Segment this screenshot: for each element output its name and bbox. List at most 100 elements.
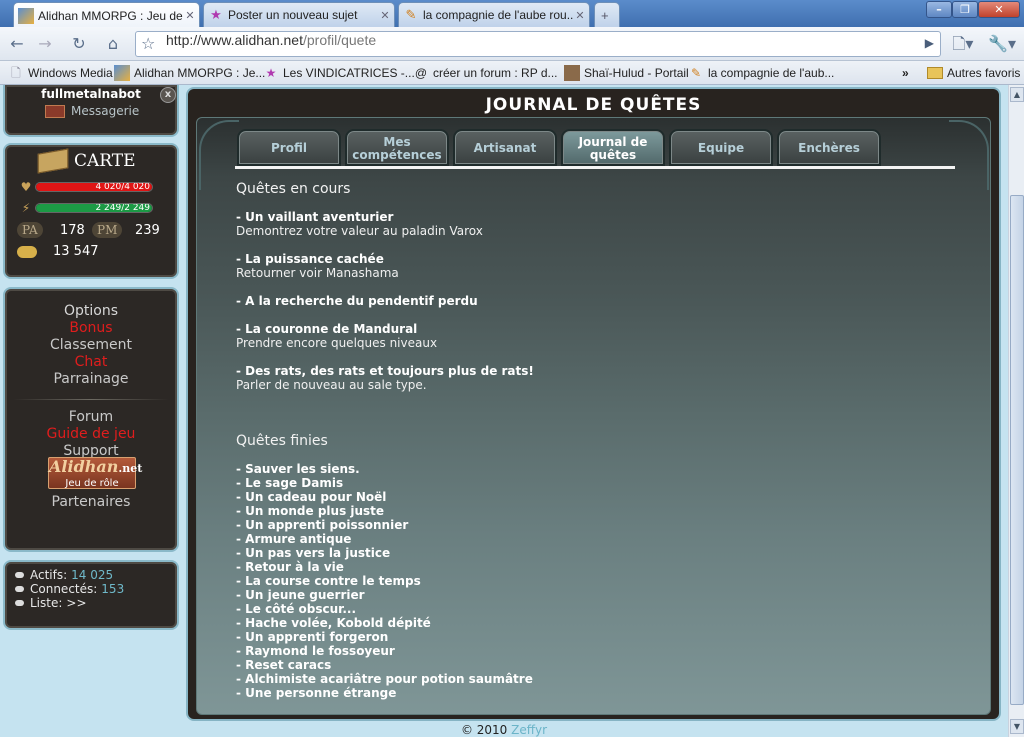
finished-quest: - Le côté obscur... [236, 602, 357, 616]
web-page: fullmetalnabot Messagerie x CARTE ♥ 4 02… [0, 85, 1008, 737]
bookmark-vindicatrices[interactable]: ★ Les VINDICATRICES -... [263, 64, 415, 82]
vertical-scrollbar[interactable]: ▲ ▼ [1008, 85, 1024, 737]
scrollbar-thumb[interactable] [1010, 195, 1024, 705]
scroll-down-icon[interactable]: ▼ [1010, 719, 1024, 734]
user-panel: fullmetalnabot Messagerie x [3, 85, 179, 137]
bookmark-windows-media[interactable]: 🗋 Windows Media [8, 64, 113, 82]
new-tab-button[interactable]: + [594, 2, 620, 27]
forward-button[interactable]: → [33, 32, 57, 56]
mail-icon [45, 104, 65, 118]
gold-icon [17, 246, 37, 258]
gold-value: 13 547 [53, 244, 99, 259]
footer: © 2010 Zeffyr [0, 723, 1008, 737]
tab-journal[interactable]: Journal de quêtes [561, 129, 665, 166]
scroll-up-icon[interactable]: ▲ [1010, 87, 1024, 102]
tab-artisanat[interactable]: Artisanat [453, 129, 557, 166]
bookmark-creer-forum[interactable]: @ créer un forum : RP d... [413, 64, 558, 82]
bookmark-shai-hulud[interactable]: Shaï-Hulud - Portail [564, 64, 689, 82]
author-link[interactable]: Zeffyr [511, 723, 547, 737]
close-icon[interactable]: x [160, 87, 176, 103]
menu-chat[interactable]: Chat [5, 354, 177, 370]
maximize-button[interactable]: ❐ [952, 1, 978, 18]
bookmark-compagnie[interactable]: ✎ la compagnie de l'aub... [688, 64, 834, 82]
quest-description: Prendre encore quelques niveaux [236, 336, 438, 350]
bookmark-alidhan[interactable]: Alidhan MMORPG : Je... [114, 64, 265, 82]
finished-quest: - Raymond le fossoyeur [236, 644, 395, 658]
back-button[interactable]: ← [5, 32, 29, 56]
browser-tab-title: Alidhan MMORPG : Jeu de r... [38, 8, 183, 23]
browser-tab-compagnie[interactable]: ✎ la compagnie de l'aube rou... ✕ [398, 2, 590, 27]
bookmark-label: Shaï-Hulud - Portail [584, 66, 689, 80]
menu-options[interactable]: Options [5, 303, 177, 319]
menu-partenaires[interactable]: Partenaires [5, 494, 177, 510]
stat-label: Actifs: [30, 568, 68, 582]
browser-tab-title: la compagnie de l'aube rou... [423, 8, 573, 22]
finished-quest: - Hache volée, Kobold dépité [236, 616, 431, 630]
close-window-button[interactable]: ✕ [978, 1, 1020, 18]
finished-quest: - Retour à la vie [236, 560, 344, 574]
close-tab-icon[interactable]: ✕ [183, 9, 197, 22]
page-menu-button[interactable]: 🗋▾ [948, 32, 978, 56]
menu-guide[interactable]: Guide de jeu [5, 426, 177, 442]
bookmark-label: créer un forum : RP d... [433, 66, 558, 80]
url-path: /profil/quete [302, 32, 377, 48]
messagerie-label: Messagerie [71, 104, 140, 118]
other-bookmarks-button[interactable]: Autres favoris [927, 64, 1020, 82]
tools-menu-button[interactable]: 🔧▾ [986, 32, 1018, 56]
profile-tabs: Profil Mes compétences Artisanat Journal… [237, 129, 957, 167]
reload-button[interactable]: ↻ [67, 32, 91, 56]
browser-tab-alidhan[interactable]: Alidhan MMORPG : Jeu de r... ✕ [13, 2, 200, 28]
stat-label: Liste: [30, 596, 63, 610]
menu-forum[interactable]: Forum [5, 409, 177, 425]
page-title: JOURNAL DE QUÊTES [485, 95, 702, 115]
tab-encheres[interactable]: Enchères [777, 129, 881, 166]
map-link[interactable]: CARTE [37, 148, 136, 174]
pa-label: PA [17, 222, 43, 238]
browser-tab-poster[interactable]: ★ Poster un nouveau sujet ✕ [203, 2, 395, 27]
lightning-icon: ⚡ [21, 201, 31, 215]
map-label: CARTE [74, 151, 136, 171]
bookmarks-overflow-button[interactable]: » [902, 64, 909, 82]
home-button[interactable]: ⌂ [101, 32, 125, 56]
pa-value: 178 [60, 223, 85, 238]
stat-value[interactable]: >> [66, 596, 86, 610]
finished-quest: - Un apprenti forgeron [236, 630, 389, 644]
stat-liste[interactable]: Liste: >> [15, 596, 87, 610]
go-icon[interactable]: ▶ [925, 36, 934, 50]
forum-icon: ✎ [405, 7, 417, 22]
bookmark-star-icon[interactable]: ☆ [141, 34, 155, 53]
finished-quest: - Le sage Damis [236, 476, 344, 490]
mana-bar: ⚡ 2 249/2 249 [17, 200, 159, 216]
divider [13, 399, 169, 400]
url-text: http://www.alidhan.net/profil/quete [166, 32, 376, 56]
alidhan-logo[interactable]: Alidhan.net Jeu de rôle [48, 457, 142, 489]
tab-profil[interactable]: Profil [237, 129, 341, 166]
finished-quest: - Sauver les siens. [236, 462, 360, 476]
finished-quest: - Un apprenti poissonnier [236, 518, 409, 532]
logo-title: Alidhan [49, 457, 119, 476]
tab-label: Mes compétences [352, 134, 442, 162]
back-arrow-icon: ← [10, 34, 24, 53]
messagerie-link[interactable]: Messagerie [45, 104, 139, 118]
spiral-icon: @ [414, 66, 428, 80]
address-bar[interactable]: ☆ http://www.alidhan.net/profil/quete ▶ [135, 31, 941, 57]
quest-journal: JOURNAL DE QUÊTES Profil Mes compétences… [186, 87, 1001, 721]
minimize-button[interactable]: – [926, 1, 952, 18]
menu-classement[interactable]: Classement [5, 337, 177, 353]
close-tab-icon[interactable]: ✕ [573, 9, 587, 22]
logo-suffix: .net [118, 462, 143, 475]
tab-competences[interactable]: Mes compétences [345, 129, 449, 166]
stat-actifs: Actifs: 14 025 [15, 568, 113, 582]
tab-label: Journal de quêtes [578, 134, 648, 162]
menu-bonus[interactable]: Bonus [5, 320, 177, 336]
finished-quest: - La course contre le temps [236, 574, 421, 588]
bookmark-label: Les VINDICATRICES -... [283, 66, 415, 80]
menu-parrainage[interactable]: Parrainage [5, 371, 177, 387]
quest-content: Profil Mes compétences Artisanat Journal… [196, 117, 991, 715]
close-tab-icon[interactable]: ✕ [378, 9, 392, 22]
tab-equipe[interactable]: Equipe [669, 129, 773, 166]
stat-label: Connectés: [30, 582, 98, 596]
avatar-icon [564, 65, 580, 81]
other-bookmarks-label: Autres favoris [947, 66, 1021, 80]
alidhan-icon [18, 7, 34, 24]
